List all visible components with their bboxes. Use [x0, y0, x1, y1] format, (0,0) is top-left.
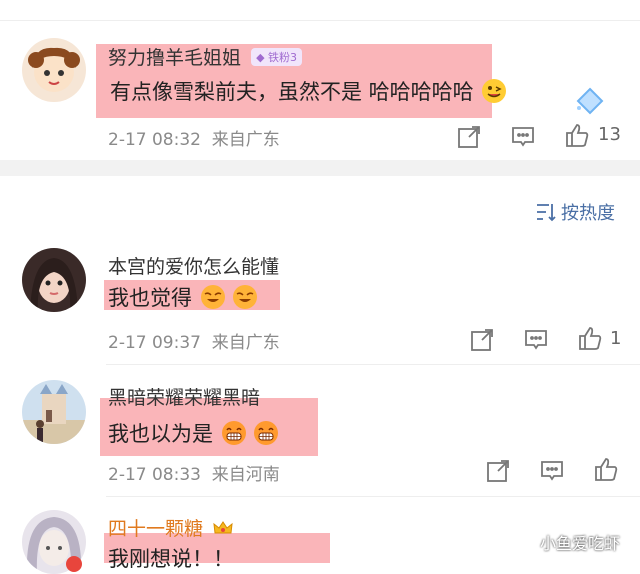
comment-time: 2-17 08:33 — [108, 465, 201, 485]
comment-author[interactable]: 黑暗荣耀荣耀黑暗 — [108, 383, 260, 410]
comment-author-label: 努力撸羊毛姐姐 — [108, 47, 242, 69]
grin-emoji-icon — [254, 421, 279, 445]
share-icon[interactable] — [485, 458, 511, 484]
like-icon[interactable] — [577, 325, 603, 351]
comment-author-label: 四十一颗糖 — [108, 518, 204, 540]
watermark: 小鱼爱吃虾 — [540, 534, 621, 553]
comment-icon[interactable] — [510, 124, 536, 150]
section-divider — [0, 160, 640, 176]
comment-location: 来自广东 — [211, 130, 280, 150]
avatar[interactable] — [22, 248, 86, 312]
comment-location: 来自广东 — [211, 333, 280, 353]
avatar[interactable] — [22, 38, 86, 102]
crown-icon — [213, 519, 233, 535]
comment-text: 我刚想说！！ — [108, 547, 234, 571]
avatar[interactable] — [22, 380, 86, 444]
laugh-cry-emoji-icon — [200, 285, 225, 309]
like-count: 13 — [598, 124, 621, 145]
comment-text: 我也以为是 — [108, 418, 279, 448]
like-icon[interactable] — [564, 122, 590, 148]
laugh-cry-emoji-icon — [233, 285, 258, 309]
comment-author[interactable]: 本宫的爱你怎么能懂 — [108, 252, 279, 279]
comment-location: 来自河南 — [211, 465, 280, 485]
comment-meta: 2-17 08:32 来自广东 — [108, 125, 280, 150]
grin-emoji-icon — [221, 421, 246, 445]
tongue-emoji-icon — [482, 79, 507, 103]
diamond-icon — [572, 86, 608, 120]
comment-icon[interactable] — [523, 327, 549, 353]
like-icon[interactable] — [593, 456, 619, 482]
comment-time: 2-17 08:32 — [108, 130, 201, 150]
comment-meta: 2-17 09:37 来自广东 — [108, 328, 280, 353]
vip-badge-icon — [66, 556, 82, 572]
sort-toggle[interactable]: 按热度 — [535, 199, 615, 225]
top-divider — [0, 20, 640, 21]
comment-author[interactable]: 努力撸羊毛姐姐 ◆ 铁粉3 — [108, 43, 303, 70]
comment-icon[interactable] — [539, 458, 565, 484]
comment-author[interactable]: 四十一颗糖 — [108, 514, 233, 541]
sort-icon — [535, 202, 557, 222]
fan-badge: ◆ 铁粉3 — [251, 48, 303, 66]
row-divider — [106, 364, 640, 365]
comment-text: 有点像雪梨前夫，虽然不是 哈哈哈哈哈 — [110, 76, 507, 106]
comment-time: 2-17 09:37 — [108, 333, 201, 353]
like-count: 1 — [610, 328, 622, 349]
share-icon[interactable] — [456, 124, 482, 150]
share-icon[interactable] — [469, 327, 495, 353]
comment-text: 我也觉得 — [108, 282, 258, 312]
row-divider — [106, 496, 640, 497]
comment-meta: 2-17 08:33 来自河南 — [108, 460, 280, 485]
sort-label: 按热度 — [561, 203, 615, 224]
